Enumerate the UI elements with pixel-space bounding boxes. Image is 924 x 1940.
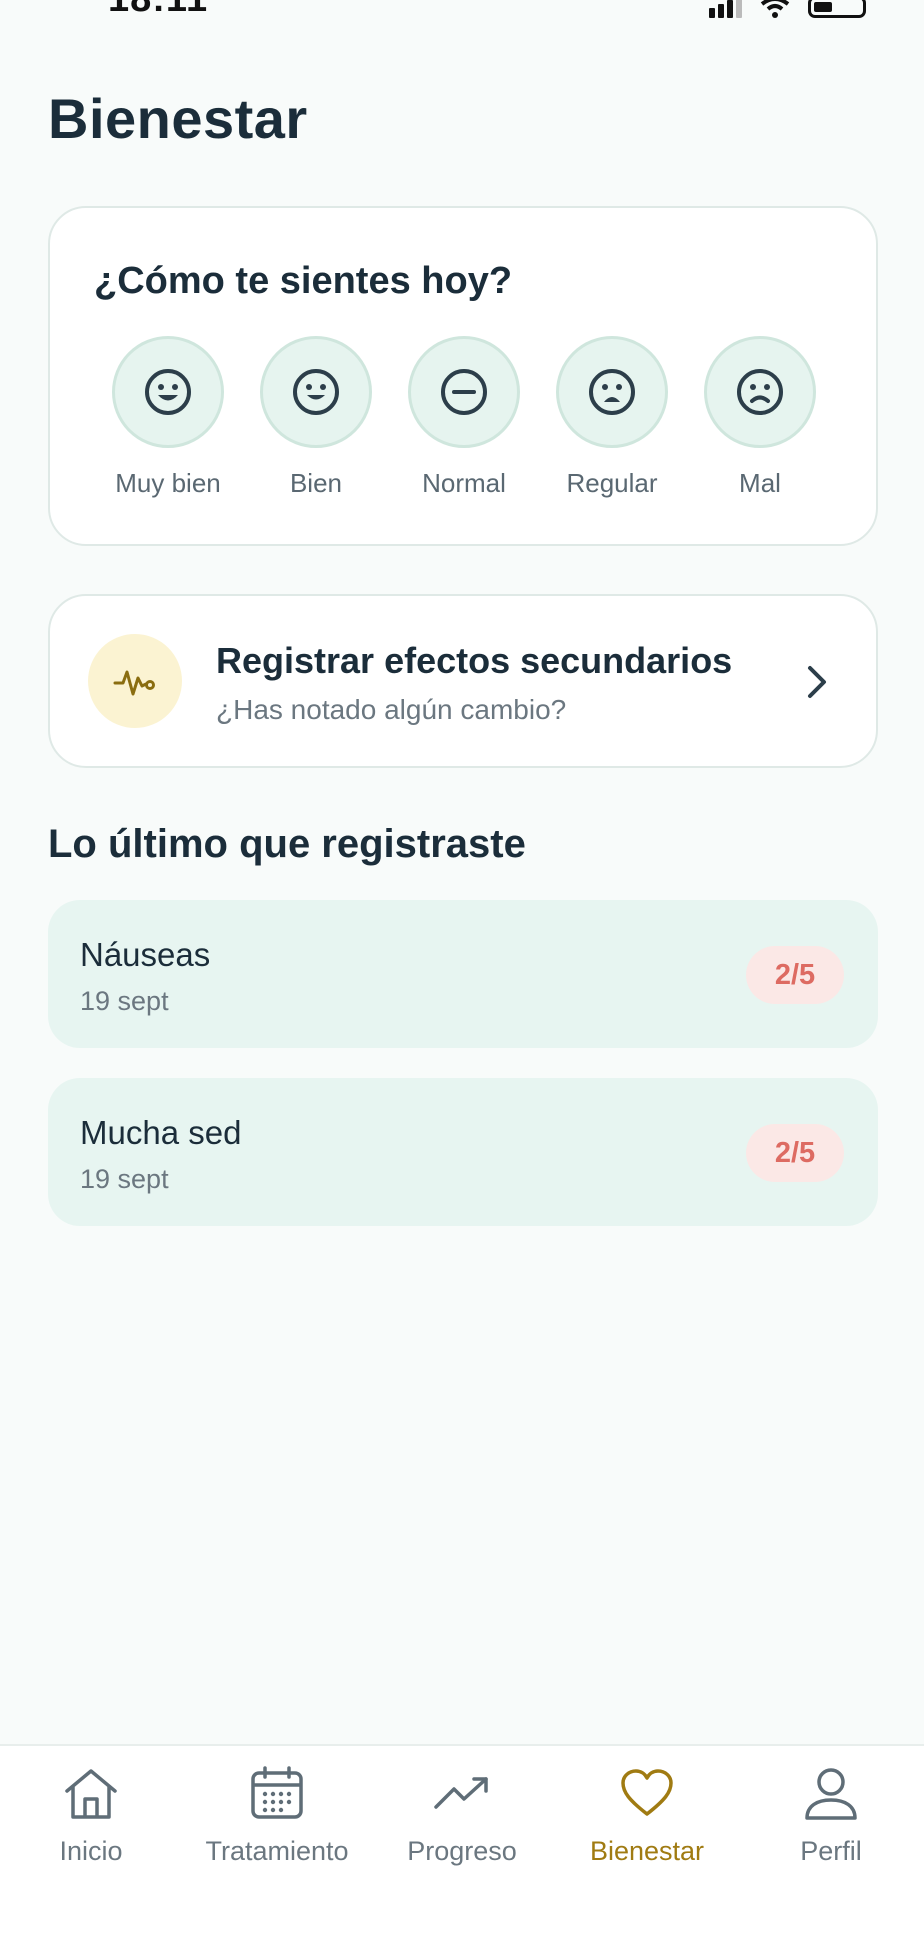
mood-label: Mal — [739, 468, 781, 498]
status-time: 18:11 — [108, 0, 208, 21]
battery-icon — [808, 0, 866, 18]
sad-face-icon — [737, 369, 783, 415]
mood-circle[interactable] — [260, 336, 372, 448]
wifi-icon — [760, 0, 790, 18]
recent-section-title: Lo último que registraste — [48, 822, 526, 866]
status-icons — [709, 0, 866, 18]
recent-record-item[interactable]: Náuseas 19 sept 2/5 — [48, 900, 878, 1048]
mood-circle[interactable] — [704, 336, 816, 448]
mood-option-muy-bien[interactable]: Muy bien — [112, 336, 224, 499]
page-title: Bienestar — [48, 87, 308, 150]
tab-label: Perfil — [800, 1836, 862, 1866]
register-side-effects-button[interactable]: Registrar efectos secundarios ¿Has notad… — [48, 594, 878, 768]
record-date: 19 sept — [80, 986, 169, 1016]
record-name: Náuseas — [80, 936, 211, 973]
mood-label: Bien — [289, 468, 343, 498]
status-bar: 18:11 — [0, 0, 924, 30]
mood-label: Regular — [566, 468, 658, 498]
worried-face-icon — [589, 369, 635, 415]
severity-badge: 2/5 — [746, 946, 844, 1004]
chevron-right-icon — [808, 666, 826, 698]
record-date: 19 sept — [80, 1164, 169, 1194]
calendar-icon — [251, 1766, 303, 1819]
neutral-face-icon — [441, 369, 487, 415]
bottom-tab-bar: Inicio Tratamiento Progreso Bienestar Pe… — [0, 1744, 924, 1940]
side-effects-icon-badge — [88, 634, 182, 728]
mood-card: ¿Cómo te sientes hoy? Muy bien Bien Norm… — [48, 206, 878, 546]
very-happy-face-icon — [145, 369, 191, 415]
mood-option-bien[interactable]: Bien — [260, 336, 372, 499]
home-icon — [65, 1769, 117, 1819]
tab-label: Inicio — [59, 1836, 123, 1866]
severity-badge: 2/5 — [746, 1124, 844, 1182]
tab-tratamiento[interactable]: Tratamiento — [192, 1762, 362, 1882]
tab-bienestar[interactable]: Bienestar — [562, 1762, 732, 1882]
tab-progreso[interactable]: Progreso — [377, 1762, 547, 1882]
mood-circle[interactable] — [556, 336, 668, 448]
recent-record-item[interactable]: Mucha sed 19 sept 2/5 — [48, 1078, 878, 1226]
cellular-signal-icon — [709, 0, 742, 18]
mood-options: Muy bien Bien Normal Regular Mal — [112, 336, 816, 499]
mood-option-mal[interactable]: Mal — [704, 336, 816, 499]
user-icon — [805, 1768, 857, 1820]
pulse-icon — [113, 670, 155, 696]
mood-circle[interactable] — [408, 336, 520, 448]
tab-label: Tratamiento — [205, 1836, 349, 1866]
mood-option-regular[interactable]: Regular — [556, 336, 668, 499]
tab-label: Bienestar — [589, 1836, 705, 1866]
heart-icon — [621, 1769, 673, 1816]
side-effects-subtitle: ¿Has notado algún cambio? — [216, 694, 567, 725]
tab-label: Progreso — [407, 1836, 517, 1866]
record-name: Mucha sed — [80, 1114, 242, 1151]
mood-option-normal[interactable]: Normal — [408, 336, 520, 499]
tab-perfil[interactable]: Perfil — [746, 1762, 916, 1882]
mood-question: ¿Cómo te sientes hoy? — [94, 260, 513, 302]
mood-circle[interactable] — [112, 336, 224, 448]
tab-inicio[interactable]: Inicio — [6, 1762, 176, 1882]
happy-face-icon — [293, 369, 339, 415]
side-effects-title: Registrar efectos secundarios — [216, 640, 733, 681]
trend-up-icon — [434, 1777, 488, 1809]
mood-label: Normal — [422, 468, 506, 498]
mood-label: Muy bien — [115, 468, 221, 498]
